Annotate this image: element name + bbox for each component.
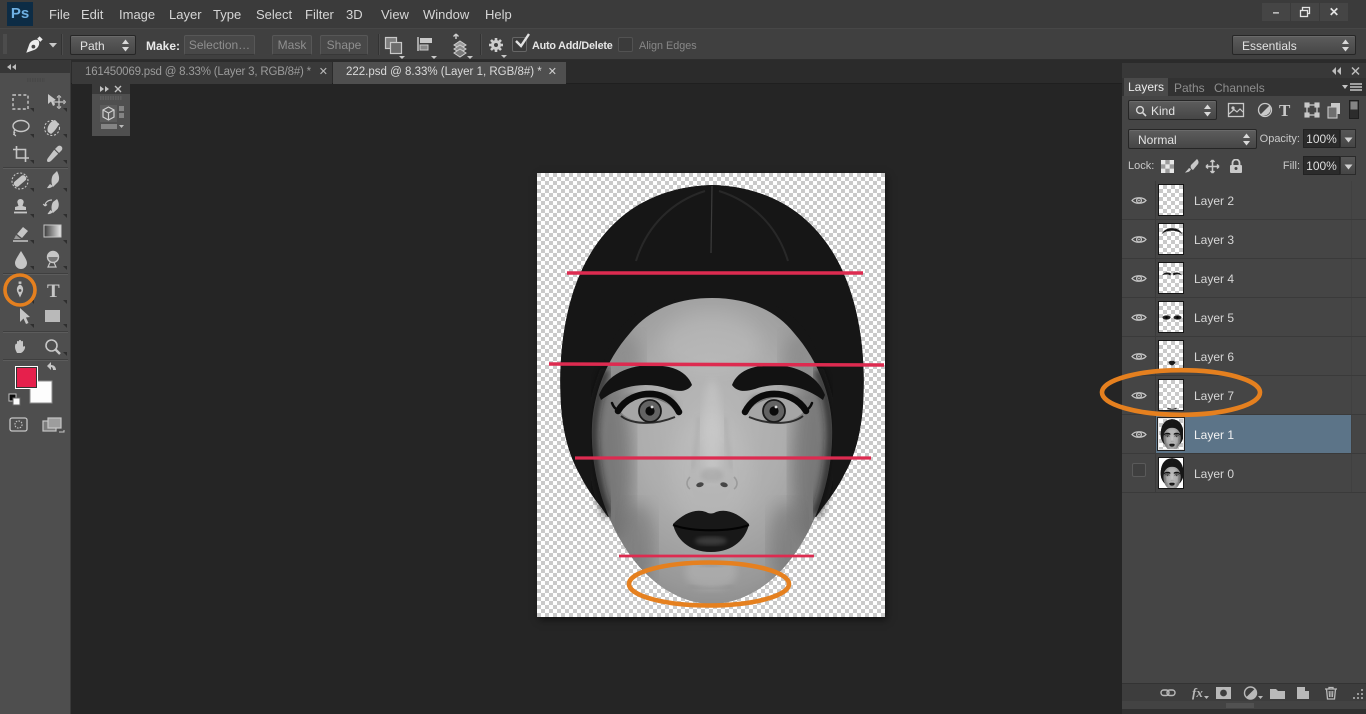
svg-text:T: T xyxy=(1279,101,1291,119)
svg-text:T: T xyxy=(47,281,60,302)
svg-text:fx: fx xyxy=(1192,686,1203,700)
